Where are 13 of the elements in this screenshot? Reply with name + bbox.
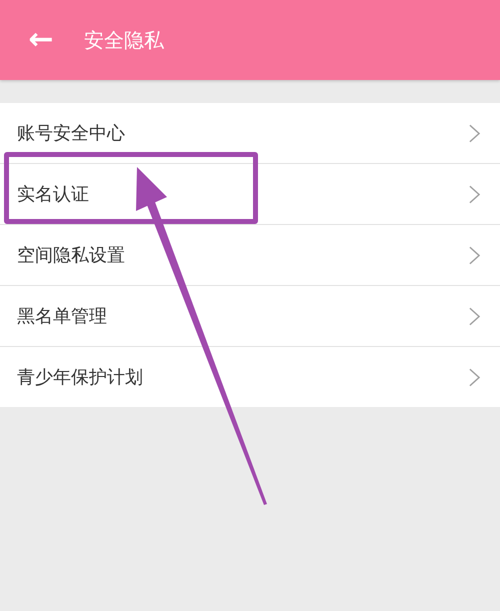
row-label: 黑名单管理: [17, 305, 107, 328]
chevron-right-icon: [469, 246, 480, 264]
chevron-right-icon: [469, 184, 480, 204]
settings-row[interactable]: 青少年保护计划: [0, 347, 500, 407]
settings-row[interactable]: 账号安全中心: [0, 103, 500, 164]
row-label: 青少年保护计划: [17, 366, 143, 389]
row-label: 实名认证: [17, 183, 89, 206]
chevron-right-icon: [469, 124, 480, 142]
page-title: 安全隐私: [84, 26, 164, 54]
row-label: 账号安全中心: [17, 122, 125, 145]
chevron-right-icon: [469, 306, 480, 326]
chevron-right-icon: [469, 368, 480, 386]
row-label: 空间隐私设置: [17, 244, 125, 267]
